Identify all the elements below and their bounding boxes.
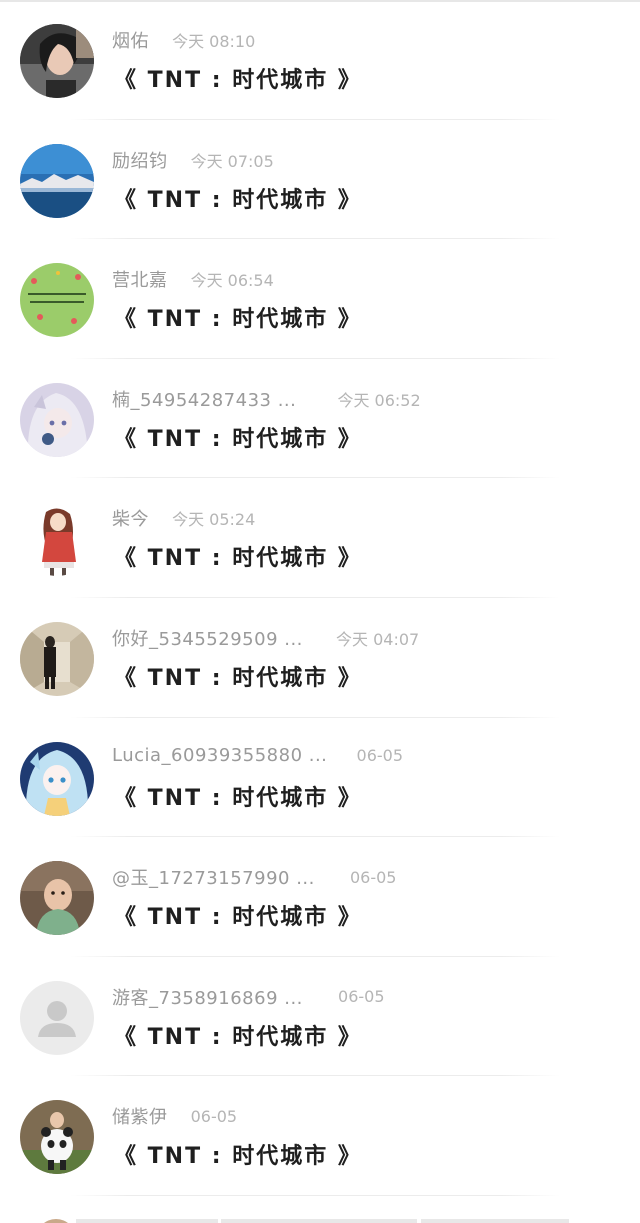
default-user-avatar-icon [20,980,94,1055]
comment-text: 《 TNT : 时代城市 》 [114,1144,362,1170]
timestamp: 06-05 [190,1106,238,1126]
comment-item[interactable]: 柴今 今天 05:24 《 TNT : 时代城市 》 [0,478,640,598]
comment-text: 《 TNT : 时代城市 》 [114,905,362,931]
timestamp: 今天 04:07 [336,629,420,649]
avatar[interactable] [20,143,94,218]
timestamp: 06-05 [338,987,385,1007]
comment-text: 《 TNT : 时代城市 》 [114,187,362,213]
avatar[interactable] [20,621,94,696]
comment-item[interactable]: @玉_17273157990 ... 06-05 《 TNT : 时代城市 》 [0,837,640,957]
comment-item[interactable]: 游客_7358916869 ... 06-05 《 TNT : 时代城市 》 [0,957,640,1077]
username[interactable]: Lucia_60939355880 ... [112,745,327,766]
comment-meta: 楠_54954287433 ... 今天 06:52 [112,386,421,414]
next-avatar-peek [36,1219,76,1223]
avatar[interactable] [20,263,94,338]
comment-meta: 励绍钧 今天 07:05 [112,147,274,175]
comment-text: 《 TNT : 时代城市 》 [114,1024,362,1050]
avatar[interactable] [20,1100,94,1175]
comment-meta: @玉_17273157990 ... 06-05 [112,864,396,892]
comment-text: 《 TNT : 时代城市 》 [114,665,362,691]
comment-list: 烟佑 今天 08:10 《 TNT : 时代城市 》 励绍钧 今天 07:05 … [0,0,640,1196]
corridor-figure-avatar-icon [20,621,94,696]
timestamp: 今天 06:52 [337,390,421,410]
anime-girl-red-coat-avatar-icon [20,502,94,577]
username[interactable]: 柴今 [112,505,149,531]
next-item-peek [0,1214,640,1223]
panda-costume-avatar-icon [20,1100,94,1175]
comment-item[interactable]: 营北嘉 今天 06:54 《 TNT : 时代城市 》 [0,239,640,359]
comment-text: 《 TNT : 时代城市 》 [114,426,362,452]
row-divider [70,1194,560,1196]
timestamp: 今天 07:05 [190,151,274,171]
avatar[interactable] [20,24,94,98]
avatar[interactable] [20,382,94,457]
username[interactable]: 你好_5345529509 ... [112,625,303,651]
avatar[interactable] [20,980,94,1055]
anime-silver-hair-avatar-icon [20,382,94,457]
username[interactable]: 楠_54954287433 ... [112,386,296,412]
username[interactable]: 励绍钧 [112,147,168,173]
peek-bar [76,1219,218,1223]
comment-meta: Lucia_60939355880 ... 06-05 [112,745,403,773]
timestamp: 06-05 [349,867,397,887]
peek-bar [221,1219,417,1223]
comment-item[interactable]: 励绍钧 今天 07:05 《 TNT : 时代城市 》 [0,120,640,240]
username[interactable]: 营北嘉 [112,266,168,292]
timestamp: 今天 05:24 [172,510,256,530]
comment-meta: 烟佑 今天 08:10 [112,27,255,55]
timestamp: 今天 06:54 [190,271,274,291]
comment-meta: 柴今 今天 05:24 [112,505,255,533]
anime-blue-hair-avatar-icon [20,741,94,816]
username[interactable]: 烟佑 [112,27,149,53]
green-text-avatar-icon [20,263,94,338]
avatar[interactable] [20,741,94,816]
username[interactable]: 游客_7358916869 ... [112,984,303,1010]
baby-photo-avatar-icon [20,861,94,936]
comment-text: 《 TNT : 时代城市 》 [114,307,362,333]
comment-item[interactable]: 你好_5345529509 ... 今天 04:07 《 TNT : 时代城市 … [0,598,640,718]
comment-meta: 营北嘉 今天 06:54 [112,266,274,294]
comment-text: 《 TNT : 时代城市 》 [114,68,362,93]
comment-item[interactable]: 烟佑 今天 08:10 《 TNT : 时代城市 》 [0,0,640,120]
mountain-lake-avatar-icon [20,143,94,218]
peek-bar [421,1219,569,1223]
comment-meta: 你好_5345529509 ... 今天 04:07 [112,625,419,653]
username[interactable]: 储紫伊 [112,1103,168,1129]
avatar[interactable] [20,502,94,577]
comment-item[interactable]: 储紫伊 06-05 《 TNT : 时代城市 》 [0,1076,640,1196]
timestamp: 今天 08:10 [172,32,256,51]
comment-text: 《 TNT : 时代城市 》 [114,785,362,811]
username[interactable]: @玉_17273157990 ... [112,864,315,890]
comment-item[interactable]: 楠_54954287433 ... 今天 06:52 《 TNT : 时代城市 … [0,359,640,479]
comment-text: 《 TNT : 时代城市 》 [114,546,362,572]
comment-item[interactable]: Lucia_60939355880 ... 06-05 《 TNT : 时代城市… [0,718,640,838]
woman-photo-avatar-icon [20,24,94,98]
avatar[interactable] [20,861,94,936]
timestamp: 06-05 [356,745,404,765]
comment-meta: 游客_7358916869 ... 06-05 [112,984,385,1012]
comment-meta: 储紫伊 06-05 [112,1103,237,1131]
